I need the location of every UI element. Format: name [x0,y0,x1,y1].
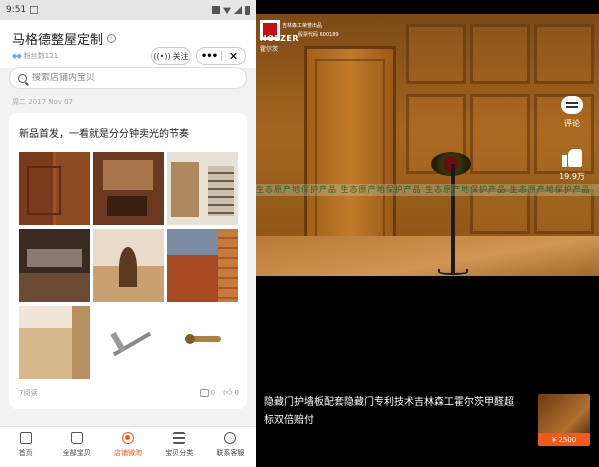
shop-fans: ◆◆ 粉丝数121 [12,51,58,61]
post-image-9[interactable] [167,306,238,379]
read-count: 7阅读 [19,389,38,397]
wall-panel [470,94,530,174]
tab-categories[interactable]: 宝贝分类 [154,427,205,467]
follow-button[interactable]: ((•)) 关注 [151,47,191,65]
wall-panel [534,24,594,84]
shopping-bag-icon [70,432,83,444]
wifi-icon [223,7,231,14]
list-icon [173,432,186,444]
logo-brand-cn: 霍尔茨 [260,46,279,53]
post-actions: 0 👍︎ 0 [199,388,239,398]
capsule-menu: ••• ✕ [196,47,246,65]
post-image-3[interactable] [167,152,238,225]
shop-name[interactable]: 马格德整屋定制 › [12,29,117,48]
hidden-door [304,46,396,256]
chevron-right-icon: › [107,34,117,43]
status-icons [212,5,250,15]
comment-label: 评论 [564,119,580,128]
post-footer: 7阅读 0 👍︎ 0 [19,388,239,398]
bottom-tab-bar: 首页 全部宝贝 店铺微淘 宝贝分类 联系客服 [0,426,256,467]
video-side-actions: 评论 19.9万 [557,96,587,182]
post-image-4[interactable] [19,229,90,302]
like-count: 19.9万 [559,172,585,181]
storefront-icon [19,432,32,444]
brand-logo: 吉林森工荣誉出品 股票代码 600189 HOLZER 霍尔茨 [260,20,380,53]
search-bar[interactable] [9,67,247,89]
tab-label: 全部宝贝 [62,449,91,457]
tab-label: 宝贝分类 [165,449,194,457]
fans-count: 粉丝数121 [23,52,59,60]
post-image-2[interactable] [93,152,164,225]
plant-stand [451,164,455,274]
tab-all-items[interactable]: 全部宝贝 [51,427,102,467]
like-button[interactable]: 19.9万 [559,147,585,182]
floor [256,236,599,276]
search-icon [18,73,27,83]
thumbs-up-icon: 👍︎ [223,388,233,398]
video-frame: 生态原产地保护产品 生态原产地保护产品 生态原产地保护产品 生态原产地保护产品 [256,14,599,276]
plant-stand-base [438,269,468,275]
logo-brand: HOLZER [260,34,300,43]
video-caption: 隐藏门护墙板配套隐藏门专利技术吉林森工霍尔茨甲醛超标双倍赔付 [264,397,514,426]
logo-tagline: 吉林森工荣誉出品 [282,23,323,29]
tab-label: 首页 [18,449,33,457]
search-input[interactable] [32,73,222,83]
comment-action[interactable]: 0 [199,389,216,397]
notification-icon [30,6,39,14]
shop-name-label: 马格德整屋定制 [12,33,104,48]
shop-screen: 9:51 马格德整屋定制 › ◆◆ 粉丝数121 ((•)) 关注 ••• ✕ [0,0,256,467]
broadcast-icon [122,432,134,444]
post-card[interactable]: 新品首发，一看就是分分钟卖光的节奏 7阅读 0 👍︎ 0 [9,113,247,409]
post-image-1[interactable] [19,152,90,225]
wall-panel [406,24,466,84]
logo-stock-code: 股票代码 600189 [298,32,339,38]
diamond-rank-icon: ◆◆ [12,52,22,60]
service-icon [224,432,237,444]
comment-icon [199,389,209,397]
watermark-banner: 生态原产地保护产品 生态原产地保护产品 生态原产地保护产品 生态原产地保护产品 [256,184,599,196]
product-price: ¥ 2500 [538,433,590,446]
post-image-6[interactable] [167,229,238,302]
comment-count: 0 [210,389,216,397]
video-player[interactable]: 生态原产地保护产品 生态原产地保护产品 生态原产地保护产品 生态原产地保护产品 … [256,0,599,467]
settings-icon [212,6,220,14]
thumbs-up-icon [562,147,582,167]
follow-label: 关注 [172,51,189,61]
tab-label: 店铺微淘 [114,449,142,457]
post-date: 周二 2017 Nov 07 [12,98,74,106]
post-image-grid [19,152,239,379]
wall-panel [470,24,530,84]
tab-customer-service[interactable]: 联系客服 [205,427,256,467]
comment-button[interactable]: 评论 [561,96,583,129]
tab-label: 联系客服 [216,449,245,457]
status-bar: 9:51 [0,0,256,20]
status-time: 9:51 [6,5,27,15]
post-image-7[interactable] [19,306,90,379]
broadcast-icon: ((•)) [153,51,171,61]
post-image-8[interactable] [93,306,164,379]
signal-icon [234,6,242,14]
like-action[interactable]: 👍︎ 0 [223,388,239,398]
like-count: 0 [234,389,239,397]
post-image-5[interactable] [93,229,164,302]
product-card[interactable]: ¥ 2500 [538,394,590,446]
post-title: 新品首发，一看就是分分钟卖光的节奏 [19,129,189,140]
close-button[interactable]: ✕ [222,50,245,63]
tab-shop-feed[interactable]: 店铺微淘 [102,427,153,467]
battery-icon [245,5,250,15]
shop-header: 马格德整屋定制 › ◆◆ 粉丝数121 ((•)) 关注 ••• ✕ [0,20,256,68]
comment-bubble-icon [561,96,583,114]
more-button[interactable]: ••• [197,51,221,62]
tab-home[interactable]: 首页 [0,427,51,467]
